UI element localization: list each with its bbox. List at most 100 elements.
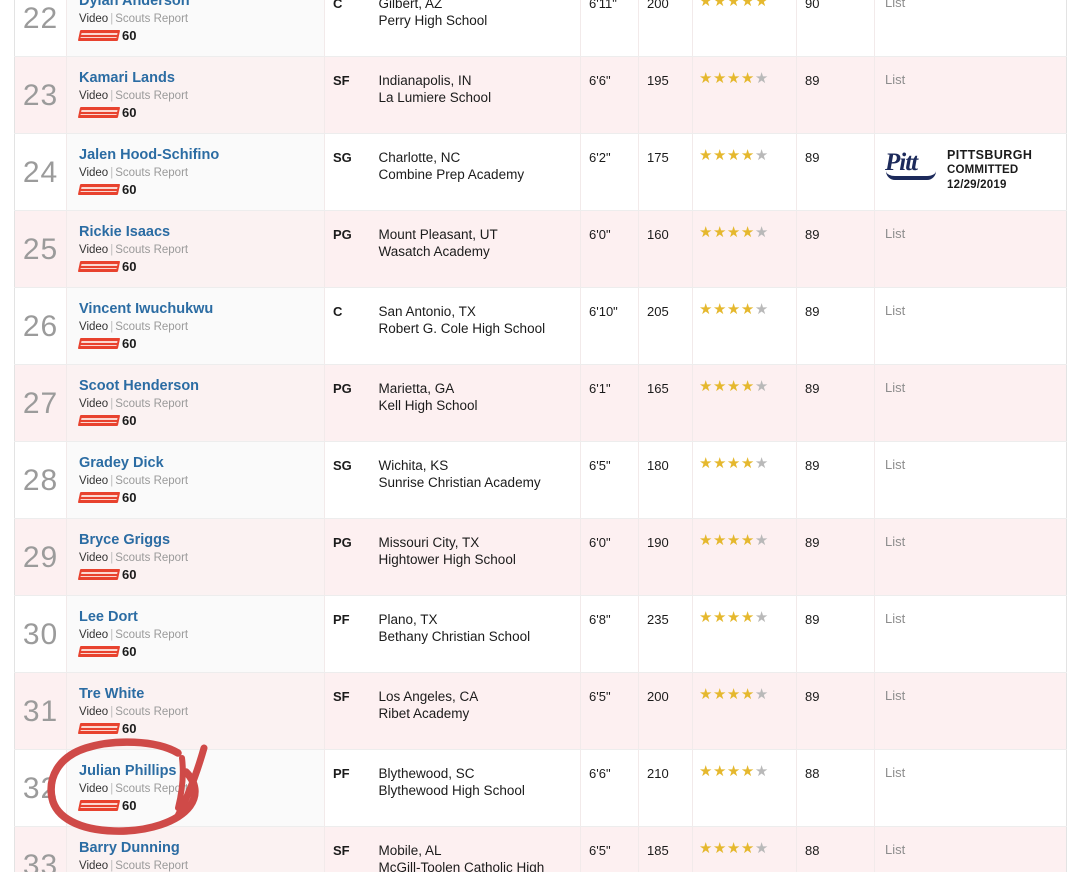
scouts-report-link[interactable]: Scouts Report: [115, 783, 188, 795]
player-cell: Tre White Video | Scouts Report 60: [66, 672, 325, 750]
table-row[interactable]: 25 Rickie Isaacs Video | Scouts Report 60 PG Mo…: [14, 210, 1067, 288]
player-name-link[interactable]: Kamari Lands: [79, 69, 175, 87]
table-row[interactable]: 32 Julian Phillips Video | Scouts Report 60 PF…: [14, 749, 1067, 827]
espn-logo-icon: [77, 415, 121, 426]
espn-logo-icon: [77, 184, 121, 195]
hometown-school: McGill-Toolen Catholic High School: [378, 860, 545, 872]
table-row[interactable]: 24 Jalen Hood-Schifino Video | Scouts Report…: [14, 133, 1067, 211]
grade-value: 89: [805, 689, 820, 704]
scouts-report-link[interactable]: Scouts Report: [115, 475, 188, 487]
hometown-cell: Gilbert, AZ Perry High School: [370, 0, 581, 57]
hometown-cell: Mobile, AL McGill-Toolen Catholic High Sc…: [370, 826, 581, 872]
player-name-link[interactable]: Lee Dort: [79, 608, 138, 626]
rank-cell: 24: [14, 133, 67, 211]
video-link[interactable]: Video: [79, 167, 108, 179]
scouts-report-link[interactable]: Scouts Report: [115, 244, 188, 256]
list-link[interactable]: List: [885, 457, 905, 472]
table-row[interactable]: 26 Vincent Iwuchukwu Video | Scouts Report 60…: [14, 287, 1067, 365]
stars-cell: ★★★★★: [692, 441, 797, 519]
list-link[interactable]: List: [885, 0, 905, 10]
weight-value: 210: [647, 766, 669, 781]
list-link[interactable]: List: [885, 688, 905, 703]
table-row[interactable]: 22 Dylan Anderson Video | Scouts Report 60 C Gi…: [14, 0, 1067, 57]
hometown-school: Combine Prep Academy: [378, 167, 525, 182]
star-icon: ★: [699, 840, 713, 857]
scouts-report-link[interactable]: Scouts Report: [115, 167, 188, 179]
rank-cell: 25: [14, 210, 67, 288]
position-cell: PG: [324, 210, 371, 288]
rank-number: 28: [22, 464, 59, 497]
table-row[interactable]: 31 Tre White Video | Scouts Report 60 SF Los An…: [14, 672, 1067, 750]
list-link[interactable]: List: [885, 226, 905, 241]
player-name-link[interactable]: Tre White: [79, 685, 144, 703]
list-link[interactable]: List: [885, 842, 905, 857]
hometown-school: Robert G. Cole High School: [378, 321, 546, 336]
star-icon: ★: [740, 147, 755, 164]
rank-number: 22: [22, 2, 59, 35]
height-cell: 6'5": [580, 441, 639, 519]
rank-number: 31: [22, 695, 59, 728]
video-link[interactable]: Video: [79, 475, 108, 487]
scouts-report-link[interactable]: Scouts Report: [115, 13, 188, 25]
espn60-badge: 60: [77, 183, 314, 196]
position-value: PF: [333, 766, 350, 781]
star-icon: ★: [699, 455, 713, 472]
scouts-report-link[interactable]: Scouts Report: [115, 398, 188, 410]
grade-cell: 89: [796, 364, 875, 442]
table-row[interactable]: 29 Bryce Griggs Video | Scouts Report 60 PG Mis…: [14, 518, 1067, 596]
scouts-report-link[interactable]: Scouts Report: [115, 90, 188, 102]
player-name-link[interactable]: Vincent Iwuchukwu: [79, 300, 213, 318]
player-name-link[interactable]: Jalen Hood-Schifino: [79, 146, 219, 164]
table-row[interactable]: 27 Scoot Henderson Video | Scouts Report 60 PG…: [14, 364, 1067, 442]
player-name-link[interactable]: Bryce Griggs: [79, 531, 170, 549]
video-link[interactable]: Video: [79, 629, 108, 641]
player-name-link[interactable]: Julian Phillips: [79, 762, 177, 780]
player-cell: Rickie Isaacs Video | Scouts Report 60: [66, 210, 325, 288]
player-cell: Barry DunningVideo|Scouts Report60: [66, 826, 325, 872]
table-row[interactable]: 33Barry DunningVideo|Scouts Report60SFMo…: [14, 826, 1067, 872]
scouts-report-link[interactable]: Scouts Report: [115, 629, 188, 641]
list-link[interactable]: List: [885, 380, 905, 395]
list-link[interactable]: List: [885, 534, 905, 549]
video-link[interactable]: Video: [79, 90, 108, 102]
player-name-link[interactable]: Barry Dunning: [79, 839, 180, 857]
video-link[interactable]: Video: [79, 13, 108, 25]
rank-number: 30: [22, 618, 59, 651]
player-name-link[interactable]: Scoot Henderson: [79, 377, 199, 395]
video-link[interactable]: Video: [79, 783, 108, 795]
hometown-school: Sunrise Christian Academy: [378, 475, 541, 490]
list-link[interactable]: List: [885, 72, 905, 87]
video-link[interactable]: Video: [79, 398, 108, 410]
table-row[interactable]: 23 Kamari Lands Video | Scouts Report 60 SF Ind…: [14, 56, 1067, 134]
player-name-link[interactable]: Dylan Anderson: [79, 0, 190, 10]
star-icon: ★: [754, 224, 769, 241]
stars-cell: ★★★★★: [692, 672, 797, 750]
rank-number: 23: [22, 79, 59, 112]
scouts-report-link[interactable]: Scouts Report: [115, 321, 188, 333]
player-links: Video | Scouts Report: [79, 397, 314, 412]
player-name-link[interactable]: Gradey Dick: [79, 454, 164, 472]
video-link[interactable]: Video: [79, 244, 108, 256]
star-icon: ★: [699, 686, 713, 703]
scouts-report-link[interactable]: Scouts Report: [115, 706, 188, 718]
player-name-link[interactable]: Rickie Isaacs: [79, 223, 170, 241]
table-row[interactable]: 30 Lee Dort Video | Scouts Report 60 PF Plano, …: [14, 595, 1067, 673]
video-link[interactable]: Video: [79, 321, 108, 333]
list-link[interactable]: List: [885, 611, 905, 626]
weight-value: 185: [647, 843, 669, 858]
list-link[interactable]: List: [885, 765, 905, 780]
video-link[interactable]: Video: [79, 552, 108, 564]
rank-number: 26: [22, 310, 59, 343]
video-link[interactable]: Video: [79, 706, 108, 718]
scouts-report-link[interactable]: Scouts Report: [115, 860, 188, 872]
star-icon: ★: [726, 686, 741, 703]
table-row[interactable]: 28 Gradey Dick Video | Scouts Report 60 SG Wich…: [14, 441, 1067, 519]
star-icon: ★: [726, 301, 741, 318]
hometown-school: Bethany Christian School: [378, 629, 531, 644]
scouts-report-link[interactable]: Scouts Report: [115, 552, 188, 564]
hometown-city: Blythewood, SC: [378, 766, 475, 781]
star-icon: ★: [726, 0, 741, 10]
star-icon: ★: [699, 147, 713, 164]
video-link[interactable]: Video: [79, 860, 108, 872]
list-link[interactable]: List: [885, 303, 905, 318]
